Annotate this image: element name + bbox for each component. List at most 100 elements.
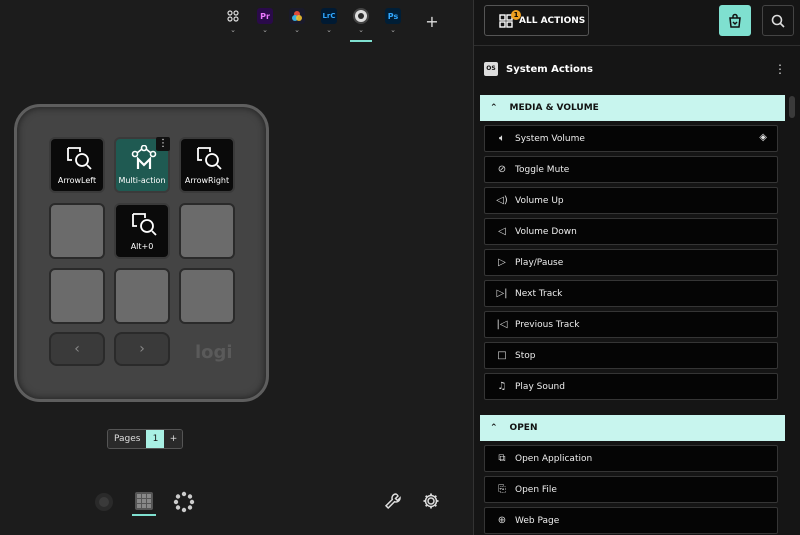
os-icon: OS (484, 62, 498, 76)
pages-label: Pages (108, 430, 147, 448)
key-label: Multi-action (118, 176, 166, 185)
action-volume-up[interactable]: ◁) Volume Up (484, 187, 778, 214)
action-label: Next Track (515, 288, 563, 299)
action-stop[interactable]: □ Stop (484, 342, 778, 369)
next-track-icon: ▷| (496, 288, 508, 299)
eraser-icon[interactable]: ◈ (759, 132, 767, 143)
dial-view-button[interactable] (92, 488, 116, 516)
play-icon: ▷ (498, 257, 506, 268)
action-label: Previous Track (515, 319, 580, 330)
chevron-up-icon: ⌃ (490, 423, 498, 433)
section-header: OS System Actions (484, 62, 593, 76)
globe-icon: ⊕ (497, 515, 507, 526)
wrench-button[interactable] (384, 492, 402, 514)
action-label: Open File (515, 484, 557, 495)
obs-icon (353, 8, 369, 24)
action-label: Volume Up (515, 195, 564, 206)
group-header[interactable]: ⌃ OPEN (480, 415, 785, 441)
action-volume-down[interactable]: ◁ Volume Down (484, 218, 778, 245)
mute-icon: ⊘ (497, 164, 507, 175)
keypad-view-button[interactable] (132, 488, 156, 516)
key-label: ArrowRight (184, 176, 230, 185)
action-web-page[interactable]: ⊕ Web Page (484, 507, 778, 534)
action-play-pause[interactable]: ▷ Play/Pause (484, 249, 778, 276)
action-open-file[interactable]: ⎘ Open File (484, 476, 778, 503)
action-previous-track[interactable]: |◁ Previous Track (484, 311, 778, 338)
action-label: System Volume (515, 133, 585, 144)
action-label: Toggle Mute (515, 164, 570, 175)
all-actions-button[interactable]: 1 ALL ACTIONS (484, 5, 589, 36)
ring-view-button[interactable] (172, 488, 196, 516)
tab-lightroom[interactable]: LrC ⌄ (318, 8, 340, 42)
action-label: Volume Down (515, 226, 577, 237)
lightroom-icon: LrC (321, 8, 337, 24)
mx-creative-keypad: ArrowLeft Multi-action ⋮ ArrowRight Alt+… (14, 104, 269, 402)
photoshop-icon: Ps (385, 8, 401, 24)
search-icon (771, 14, 785, 28)
chevron-down-icon: ⌄ (358, 26, 364, 34)
key-alt-0[interactable]: Alt+0 (114, 203, 170, 259)
chevron-up-icon: ⌃ (490, 103, 498, 113)
panel-toolbar: 1 ALL ACTIONS (474, 0, 800, 46)
key-empty[interactable] (179, 268, 235, 324)
tab-obs[interactable]: ⌄ (350, 8, 372, 42)
action-label: Open Application (515, 453, 593, 464)
action-toggle-mute[interactable]: ⊘ Toggle Mute (484, 156, 778, 183)
stop-icon: □ (497, 350, 507, 361)
page-prev-button[interactable]: ‹ (49, 332, 105, 366)
key-empty[interactable] (114, 268, 170, 324)
key-empty[interactable] (49, 203, 105, 259)
marketplace-button[interactable] (719, 5, 751, 36)
chevron-down-icon: ⌄ (230, 26, 236, 34)
volume-up-icon: ◁) (496, 195, 508, 206)
key-multi-action[interactable]: Multi-action ⋮ (114, 137, 170, 193)
open-file-icon: ⎘ (498, 484, 506, 495)
key-label: ArrowLeft (57, 176, 97, 185)
group-header[interactable]: ⌃ MEDIA & VOLUME (480, 95, 785, 121)
add-page-button[interactable]: + (164, 430, 183, 448)
more-options-icon[interactable]: ⋮ (156, 137, 170, 151)
all-actions-label: ALL ACTIONS (519, 15, 586, 26)
action-label: Play/Pause (515, 257, 564, 268)
logi-logo: logi (195, 342, 233, 363)
tab-davinci[interactable]: ⌄ (286, 8, 308, 42)
page-selector: Pages 1 + (107, 429, 184, 449)
dial-icon (95, 493, 113, 511)
group-title: MEDIA & VOLUME (509, 103, 599, 113)
action-label: Stop (515, 350, 536, 361)
keystroke-icon (132, 213, 157, 236)
page-1-button[interactable]: 1 (146, 430, 165, 448)
app-tabs: ⌄ Pr ⌄ ⌄ LrC ⌄ ⌄ Ps ⌄ + (222, 8, 442, 42)
search-button[interactable] (762, 5, 794, 36)
gear-icon (423, 493, 439, 509)
tab-all-apps[interactable]: ⌄ (222, 8, 244, 42)
settings-button[interactable] (422, 492, 440, 514)
key-label: Alt+0 (130, 242, 154, 251)
key-empty[interactable] (179, 203, 235, 259)
key-empty[interactable] (49, 268, 105, 324)
action-next-track[interactable]: ▷| Next Track (484, 280, 778, 307)
add-app-button[interactable]: + (422, 11, 442, 31)
keystroke-icon (197, 147, 222, 170)
action-label: Web Page (515, 515, 560, 526)
premiere-icon: Pr (257, 8, 273, 24)
previous-track-icon: |◁ (496, 319, 508, 330)
page-next-button[interactable]: › (114, 332, 170, 366)
action-label: Play Sound (515, 381, 565, 392)
action-play-sound[interactable]: ♫ Play Sound (484, 373, 778, 400)
actions-ring-icon (173, 491, 195, 513)
scrollbar[interactable] (789, 96, 795, 118)
device-view-switcher (92, 488, 196, 516)
key-arrow-right[interactable]: ArrowRight (179, 137, 235, 193)
music-note-icon: ♫ (497, 381, 507, 392)
action-system-volume[interactable]: 🔈︎ System Volume ◈ (484, 125, 778, 152)
tab-photoshop[interactable]: Ps ⌄ (382, 8, 404, 42)
keystroke-icon (67, 147, 92, 170)
chevron-down-icon: ⌄ (326, 26, 332, 34)
key-arrow-left[interactable]: ArrowLeft (49, 137, 105, 193)
section-title: System Actions (506, 63, 593, 75)
action-open-application[interactable]: ⧉ Open Application (484, 445, 778, 472)
more-options-icon[interactable]: ⋮ (774, 63, 786, 75)
wrench-icon (384, 493, 401, 510)
tab-premiere[interactable]: Pr ⌄ (254, 8, 276, 42)
